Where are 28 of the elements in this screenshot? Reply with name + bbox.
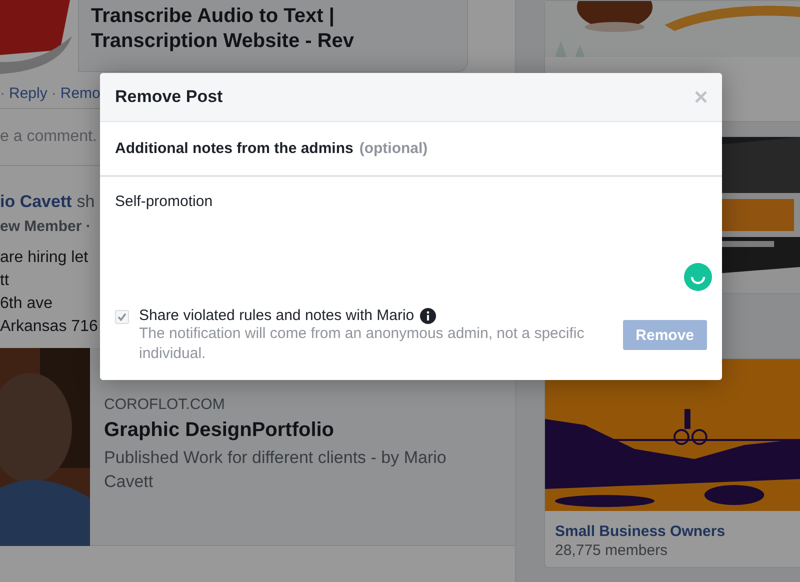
post-action: sh xyxy=(76,192,95,212)
dialog-title: Remove Post xyxy=(115,87,223,107)
optional-hint: (optional) xyxy=(359,140,428,157)
notes-field[interactable]: Self-promotion xyxy=(100,177,722,305)
share-option-label: Share violated rules and notes with Mario xyxy=(139,307,414,324)
share-option-description: The notification will come from an anonymous admin, not a specific individual. xyxy=(139,324,586,364)
separator: · xyxy=(51,84,56,102)
post-text: are hiring let xyxy=(0,249,88,267)
link-description: Published Work for different clients - by Mario Cavett xyxy=(104,447,448,493)
post-author[interactable]: io Cavett xyxy=(0,192,72,212)
post-meta: ew Member · xyxy=(0,218,92,235)
group-name[interactable]: Small Business Owners xyxy=(545,511,800,540)
post-text: Arkansas 716 xyxy=(0,318,98,336)
info-icon[interactable] xyxy=(420,308,436,324)
link-title[interactable]: Graphic DesignPortfolio xyxy=(104,419,476,442)
comment-placeholder[interactable]: e a comment. xyxy=(0,128,97,146)
link-domain: COROFLOT.COM xyxy=(104,396,226,413)
post-text: 6th ave xyxy=(0,295,52,313)
close-button[interactable] xyxy=(694,90,708,104)
link-title[interactable]: Transcribe Audio to Text | Transcription Website - Rev xyxy=(78,0,468,72)
grammar-assistant-icon[interactable] xyxy=(684,263,712,291)
member-count: 28,775 members xyxy=(554,541,669,561)
comment-action-link[interactable]: Reply xyxy=(9,84,48,102)
separator: · xyxy=(0,84,5,102)
comment-action-link[interactable]: Remo xyxy=(60,84,100,102)
check-icon xyxy=(117,312,127,322)
post-text: tt xyxy=(0,272,9,290)
notes-label: Additional notes from the admins xyxy=(115,140,354,157)
